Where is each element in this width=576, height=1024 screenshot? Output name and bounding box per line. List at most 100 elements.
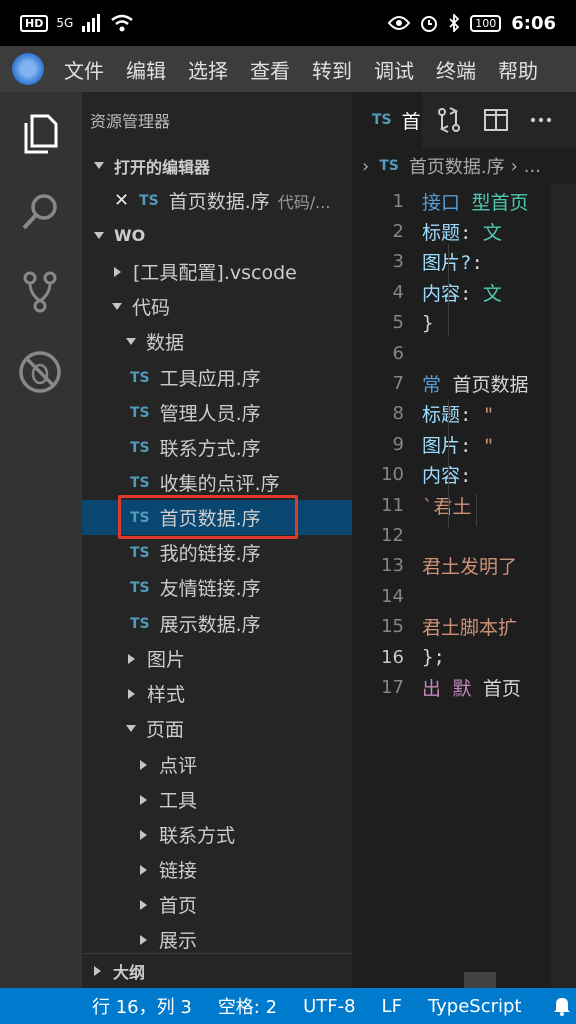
menu-go[interactable]: 转到 — [312, 55, 352, 84]
tree-label: 首页 — [159, 895, 198, 917]
menu-help[interactable]: 帮助 — [498, 55, 538, 84]
breadcrumb-file[interactable]: 首页数据.序 — [409, 153, 505, 179]
end-of-line[interactable]: LF — [382, 996, 402, 1017]
chevron-down-icon — [126, 725, 136, 732]
code-line[interactable]: 16}; — [352, 642, 576, 672]
editor-tab-active[interactable]: TS 首 — [352, 92, 422, 148]
chevron-down-icon — [94, 162, 104, 169]
signal-icon — [82, 14, 101, 32]
tree-file[interactable]: TS 友情链接.序 — [82, 570, 352, 605]
menu-debug[interactable]: 调试 — [374, 55, 414, 84]
code-text: 出 默 首页 — [422, 674, 521, 701]
line-number: 10 — [381, 464, 404, 486]
code-line[interactable]: 8 标题: " — [352, 399, 576, 429]
code-token: 常 — [422, 373, 453, 396]
eye-icon — [388, 16, 411, 30]
signal-label: 5G — [56, 16, 74, 30]
explorer-files-icon[interactable] — [16, 110, 64, 158]
menu-terminal[interactable]: 终端 — [436, 55, 476, 84]
code-token: 文 — [482, 221, 502, 244]
workspace-label: WO — [114, 226, 146, 245]
minimap[interactable] — [551, 184, 576, 988]
line-number: 14 — [381, 585, 404, 607]
status-bar: 行 16，列 3 空格: 2 UTF-8 LF TypeScript — [0, 988, 576, 1024]
menu-bar: 文件 编辑 选择 查看 转到 调试 终端 帮助 — [0, 46, 576, 92]
app-logo-icon — [12, 53, 44, 85]
menu-view[interactable]: 查看 — [250, 55, 290, 84]
code-line[interactable]: 4 内容: 文 — [352, 277, 576, 307]
tree-folder[interactable]: 页面 — [82, 711, 352, 746]
indentation[interactable]: 空格: 2 — [218, 993, 277, 1019]
tree-folder[interactable]: 代码 — [82, 289, 352, 324]
typescript-file-icon: TS — [139, 192, 159, 209]
tree-folder[interactable]: 链接 — [82, 852, 352, 887]
tree-label: 联系方式 — [159, 825, 236, 847]
tree-folder[interactable]: 展示 — [82, 922, 352, 957]
tree-label: 样式 — [147, 684, 186, 706]
tree-folder[interactable]: 样式 — [82, 676, 352, 711]
split-editor-icon[interactable] — [484, 109, 508, 131]
tree-label: 数据 — [146, 332, 185, 354]
source-control-icon[interactable] — [16, 268, 64, 316]
more-actions-icon[interactable] — [530, 117, 552, 123]
chevron-right-icon — [114, 266, 121, 277]
bell-icon[interactable] — [552, 996, 572, 1016]
code-line[interactable]: 2 标题: 文 — [352, 216, 576, 246]
code-line[interactable]: 13 君土发明了 — [352, 551, 576, 581]
open-changes-icon[interactable] — [436, 107, 462, 133]
cursor-position[interactable]: 行 16，列 3 — [92, 993, 192, 1019]
tree-file[interactable]: TS 工具应用.序 — [82, 360, 352, 395]
tree-label: 链接 — [159, 860, 198, 882]
tree-folder[interactable]: 工具 — [82, 782, 352, 817]
code-text: 君土脚本扩 — [422, 613, 517, 640]
tree-folder[interactable]: 首页 — [82, 887, 352, 922]
code-line[interactable]: 10 内容: — [352, 460, 576, 490]
menu-edit[interactable]: 编辑 — [126, 55, 166, 84]
open-editors-section[interactable]: 打开的编辑器 — [82, 148, 352, 183]
code-editor[interactable]: 1 接口 型首页 2 标题: 文3 图片?: 4 内容: 文 5} 6 7 常 首页数据 8 标… — [352, 184, 576, 988]
tree-folder[interactable]: 点评 — [82, 747, 352, 782]
tree-file[interactable]: TS 展示数据.序 — [82, 606, 352, 641]
code-line[interactable]: 17 出 默 首页 — [352, 672, 576, 702]
breadcrumb-separator: › — [510, 155, 518, 177]
tab-label: 首 — [401, 110, 421, 133]
code-line[interactable]: 6 — [352, 338, 576, 368]
code-line[interactable]: 12 — [352, 520, 576, 550]
search-icon[interactable] — [16, 188, 64, 236]
code-token: 首页 — [482, 677, 521, 700]
open-editor-item[interactable]: ✕ TS 首页数据.序 代码/... — [82, 183, 352, 218]
code-text: 接口 型首页 — [422, 188, 528, 215]
code-line[interactable]: 1 接口 型首页 — [352, 186, 576, 216]
workspace-section[interactable]: WO — [82, 218, 352, 253]
code-line[interactable]: 3 图片?: — [352, 247, 576, 277]
code-line[interactable]: 15 君土脚本扩 — [352, 612, 576, 642]
menu-selection[interactable]: 选择 — [188, 55, 228, 84]
tree-folder[interactable]: 图片 — [82, 641, 352, 676]
tree-folder[interactable]: 联系方式 — [82, 817, 352, 852]
menu-file[interactable]: 文件 — [64, 55, 104, 84]
tree-file[interactable]: TS 我的链接.序 — [82, 535, 352, 570]
code-line[interactable]: 9 图片: " — [352, 429, 576, 459]
code-line[interactable]: 7常 首页数据 — [352, 368, 576, 398]
outline-section[interactable]: 大纲 — [82, 953, 352, 988]
debug-no-bug-icon[interactable] — [16, 348, 64, 396]
line-number: 3 — [392, 251, 404, 273]
code-line[interactable]: 14 — [352, 581, 576, 611]
line-number: 13 — [381, 555, 404, 577]
breadcrumb-more[interactable]: ... — [524, 156, 541, 177]
chevron-right-icon — [140, 899, 147, 910]
tree-folder[interactable]: [工具配置].vscode — [82, 254, 352, 289]
typescript-file-icon: TS — [130, 474, 150, 491]
close-icon[interactable]: ✕ — [114, 190, 129, 211]
encoding[interactable]: UTF-8 — [303, 996, 355, 1017]
tree-file[interactable]: TS 联系方式.序 — [82, 430, 352, 465]
language-mode[interactable]: TypeScript — [428, 996, 522, 1017]
code-line[interactable]: 5} — [352, 308, 576, 338]
typescript-file-icon: TS — [130, 579, 150, 596]
horizontal-scrollbar[interactable] — [464, 972, 496, 988]
code-line[interactable]: 11 `君土 — [352, 490, 576, 520]
code-token: 型首页 — [471, 191, 529, 214]
tree-folder[interactable]: 数据 — [82, 324, 352, 359]
battery-indicator: 100 — [470, 14, 502, 32]
tree-file[interactable]: TS 管理人员.序 — [82, 395, 352, 430]
